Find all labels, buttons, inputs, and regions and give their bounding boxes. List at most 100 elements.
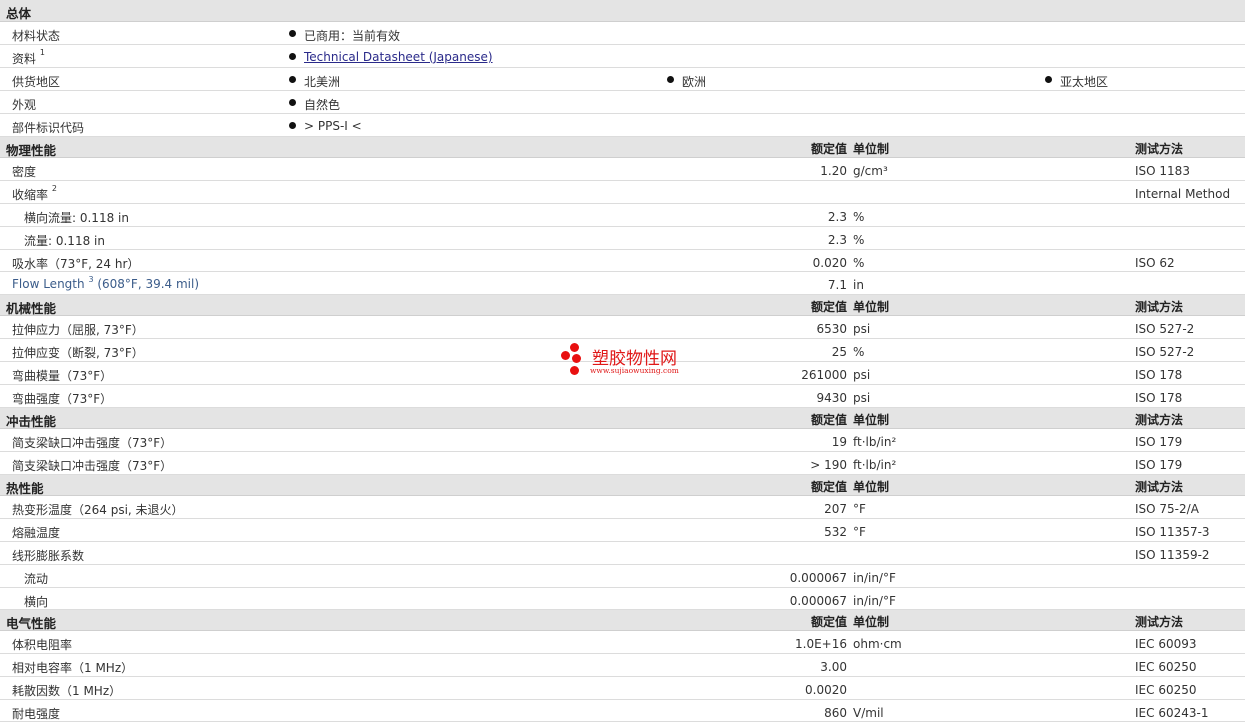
row-label: 外观 — [12, 98, 37, 112]
property-label: 流量: 0.118 in — [24, 232, 105, 249]
property-unit: psi — [853, 391, 871, 405]
watermark-logo: 塑胶物性网 www.sujiaowuxing.com — [560, 343, 690, 383]
property-label: 弯曲强度（73°F） — [12, 390, 112, 407]
bullet-icon — [1045, 76, 1052, 83]
section-title: 总体 — [6, 6, 32, 21]
unit-column-header: 单位制 — [853, 615, 890, 629]
test-method: IEC 60250 — [1135, 683, 1197, 697]
property-value: 6530 — [816, 322, 847, 336]
test-method: IEC 60093 — [1135, 637, 1197, 651]
property-label-text: 相对电容率（1 MHz） — [12, 661, 134, 675]
property-unit: ft·lb/in² — [853, 458, 897, 472]
property-row: 体积电阻率 1.0E+16 ohm·cm IEC 60093 — [0, 631, 1245, 654]
property-label-text: 吸水率（73°F, 24 hr） — [12, 257, 140, 271]
footnote-marker: 1 — [39, 48, 45, 57]
technical-datasheet-link[interactable]: Technical Datasheet (Japanese) — [304, 50, 493, 64]
property-row: 横向 0.000067 in/in/°F — [0, 588, 1245, 610]
section-header: 机械性能 额定值 单位制 测试方法 — [0, 295, 1245, 316]
property-label: 热变形温度（264 psi, 未退火） — [12, 501, 184, 518]
property-label: 相对电容率（1 MHz） — [12, 659, 133, 676]
test-method: ISO 11357-3 — [1135, 525, 1210, 539]
property-label-text: 横向流量: 0.118 in — [24, 211, 129, 225]
test-method: ISO 179 — [1135, 435, 1183, 449]
property-value: 0.0020 — [805, 683, 847, 697]
property-label: 横向流量: 0.118 in — [24, 209, 129, 226]
property-label-text: 耗散因数（1 MHz） — [12, 684, 122, 698]
value-column-header: 额定值 — [810, 300, 847, 314]
logo-dot — [561, 351, 570, 360]
bullet-icon — [289, 122, 296, 129]
region-asia-pacific: 亚太地区 — [1060, 75, 1109, 89]
property-label-condition: (608°F, 39.4 mil) — [93, 277, 200, 291]
test-method: ISO 179 — [1135, 458, 1183, 472]
property-label: 线形膨胀系数 — [12, 547, 84, 564]
property-value: 3.00 — [820, 660, 847, 674]
property-row: 耐电强度 860 V/mil IEC 60243-1 — [0, 700, 1245, 722]
method-column-header: 测试方法 — [1135, 142, 1184, 156]
value-column-header: 额定值 — [810, 480, 847, 494]
row-label-text: 资料 — [12, 52, 37, 66]
property-row: 吸水率（73°F, 24 hr） 0.020% ISO 62 — [0, 250, 1245, 272]
property-label: 流动 — [24, 570, 48, 587]
bullet-icon — [289, 30, 296, 37]
property-value: 1.20 — [820, 164, 847, 178]
property-row: 线形膨胀系数 ISO 11359-2 — [0, 542, 1245, 565]
property-unit: psi — [853, 322, 871, 336]
bullet-icon — [289, 99, 296, 106]
property-label-text: 横向 — [24, 595, 49, 609]
property-row: 相对电容率（1 MHz） 3.00 IEC 60250 — [0, 654, 1245, 677]
property-label: 体积电阻率 — [12, 636, 72, 653]
test-method: ISO 1183 — [1135, 164, 1190, 178]
row-label: 部件标识代码 — [12, 121, 85, 135]
property-unit: psi — [853, 368, 871, 382]
logo-dot — [570, 366, 579, 375]
property-row: 横向流量: 0.118 in 2.3% — [0, 204, 1245, 227]
property-value: 0.000067 — [789, 571, 847, 585]
property-unit: V/mil — [853, 706, 884, 720]
property-label[interactable]: Flow Length 3 (608°F, 39.4 mil) — [12, 275, 200, 291]
property-label-text: 线形膨胀系数 — [12, 549, 85, 563]
property-row: 密度 1.20 g/cm³ ISO 1183 — [0, 158, 1245, 181]
property-row: Flow Length 3 (608°F, 39.4 mil) 7.1 in — [0, 272, 1245, 295]
value-column-header: 额定值 — [810, 413, 847, 427]
property-unit: in/in/°F — [853, 594, 896, 608]
bullet-icon — [289, 76, 296, 83]
property-row: 热变形温度（264 psi, 未退火） 207 °F ISO 75-2/A — [0, 496, 1245, 519]
general-row-part-code: 部件标识代码 > PPS-I < — [0, 114, 1245, 137]
property-label: 拉伸应变（断裂, 73°F） — [12, 344, 144, 361]
property-label: 收缩率 2 — [12, 184, 57, 203]
property-label: 耗散因数（1 MHz） — [12, 682, 121, 699]
property-unit: °F — [853, 525, 866, 539]
property-sections: 物理性能 额定值 单位制 测试方法 密度 1.20 g/cm³ ISO 1183 收缩率 2 In… — [0, 137, 1245, 722]
property-value: 9430 — [816, 391, 847, 405]
property-row: 流动 0.000067 in/in/°F — [0, 565, 1245, 588]
property-label: 简支梁缺口冲击强度（73°F） — [12, 457, 172, 474]
property-value: 2.3 — [827, 233, 847, 247]
property-label: 弯曲模量（73°F） — [12, 367, 112, 384]
unit-column-header: 单位制 — [853, 413, 890, 427]
property-value: 0.020 — [812, 256, 847, 270]
property-unit: °F — [853, 502, 866, 516]
region-europe: 欧洲 — [682, 75, 707, 89]
property-label: 横向 — [24, 593, 48, 610]
property-value: 1.0E+16 — [795, 637, 847, 651]
property-value: 19 — [831, 435, 847, 449]
region-north-america: 北美洲 — [304, 75, 341, 89]
property-row: 耗散因数（1 MHz） 0.0020 IEC 60250 — [0, 677, 1245, 700]
general-row-status: 材料状态 已商用：当前有效 — [0, 22, 1245, 45]
section-header-general: 总体 — [0, 0, 1245, 22]
property-unit: ohm·cm — [853, 637, 902, 651]
watermark-url: www.sujiaowuxing.com — [590, 366, 679, 375]
logo-dot — [570, 343, 579, 352]
property-label-text: 体积电阻率 — [12, 638, 73, 652]
property-value: 7.1 — [827, 278, 847, 292]
property-label: 熔融温度 — [12, 524, 60, 541]
method-column-header: 测试方法 — [1135, 413, 1184, 427]
property-label-text: 拉伸应变（断裂, 73°F） — [12, 346, 144, 360]
unit-column-header: 单位制 — [853, 142, 890, 156]
part-code-value: > PPS-I < — [304, 119, 362, 133]
section-block: 电气性能 额定值 单位制 测试方法 体积电阻率 1.0E+16 ohm·cm IEC 6009… — [0, 610, 1245, 722]
test-method: IEC 60243-1 — [1135, 706, 1209, 720]
property-row: 熔融温度 532 °F ISO 11357-3 — [0, 519, 1245, 542]
general-row-docs: 资料 1 Technical Datasheet (Japanese) — [0, 45, 1245, 68]
